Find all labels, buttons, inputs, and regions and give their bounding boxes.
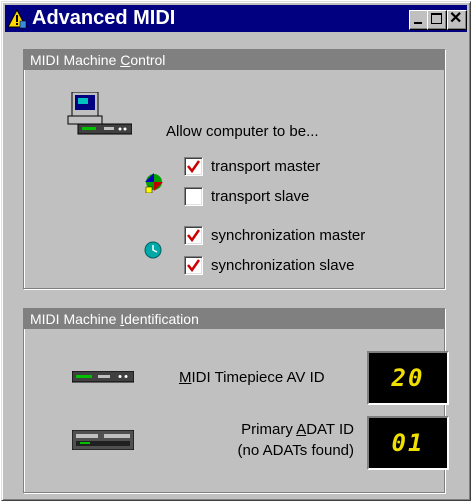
- timepiece-label-accel: M: [179, 369, 192, 386]
- adat-id-display[interactable]: 01: [367, 416, 449, 470]
- check-mark-icon: [187, 259, 200, 272]
- timepiece-id-label: MIDI Timepiece AV ID: [179, 369, 325, 386]
- maximize-button[interactable]: [427, 10, 447, 30]
- timepiece-label-rest: IDI Timepiece AV ID: [191, 369, 325, 386]
- minimize-icon: [414, 22, 422, 24]
- title-bar[interactable]: Advanced MIDI ✕: [5, 5, 467, 32]
- mmc-group: MIDI Machine Control Allow computer to b…: [23, 49, 445, 289]
- check-mark-icon: [187, 229, 200, 242]
- timepiece-id-display[interactable]: 20: [367, 351, 449, 405]
- sync-slave-label[interactable]: synchronization slave: [211, 257, 354, 274]
- mmi-group-header: MIDI Machine Identification: [24, 309, 444, 329]
- adat-label-pre: Primary: [241, 421, 297, 438]
- timepiece-device-icon: [72, 371, 134, 383]
- sync-master-checkbox[interactable]: [184, 226, 203, 245]
- transport-master-checkbox[interactable]: [184, 157, 203, 176]
- close-button[interactable]: ✕: [447, 10, 467, 30]
- close-icon: ✕: [449, 10, 463, 27]
- mmc-title-post: ontrol: [130, 52, 166, 68]
- transport-icon: [145, 173, 163, 193]
- sync-master-label[interactable]: synchronization master: [211, 227, 365, 244]
- mmc-title-pre: MIDI Machine: [30, 52, 121, 68]
- allow-prompt: Allow computer to be...: [166, 123, 319, 140]
- check-mark-icon: [187, 160, 200, 173]
- computer-icon: [67, 92, 132, 135]
- warning-midi-icon: [7, 9, 27, 29]
- minimize-button[interactable]: [409, 10, 429, 30]
- advanced-midi-window: Advanced MIDI ✕ MIDI Machine Control All…: [1, 1, 471, 501]
- adat-id-label-main: Primary ADAT ID: [174, 419, 354, 440]
- mmi-group: MIDI Machine Identification MIDI Timepie…: [23, 308, 449, 493]
- mmi-title-post: dentification: [124, 311, 199, 327]
- adat-label-accel: A: [296, 421, 307, 438]
- window-title: Advanced MIDI: [32, 7, 176, 29]
- clock-icon: [144, 241, 162, 259]
- adat-label-rest: DAT ID: [306, 421, 354, 438]
- adat-device-icon: [72, 430, 134, 450]
- adat-status-text: (no ADATs found): [237, 442, 354, 459]
- mmc-group-header: MIDI Machine Control: [24, 50, 444, 70]
- adat-id-label: Primary ADAT ID (no ADATs found): [174, 419, 354, 461]
- transport-master-label[interactable]: transport master: [211, 158, 320, 175]
- mmc-title-accel: C: [120, 52, 131, 68]
- mmi-title-pre: MIDI Machine: [30, 311, 121, 327]
- maximize-icon: [431, 13, 442, 24]
- transport-slave-label[interactable]: transport slave: [211, 188, 309, 205]
- transport-slave-checkbox[interactable]: [184, 187, 203, 206]
- sync-slave-checkbox[interactable]: [184, 256, 203, 275]
